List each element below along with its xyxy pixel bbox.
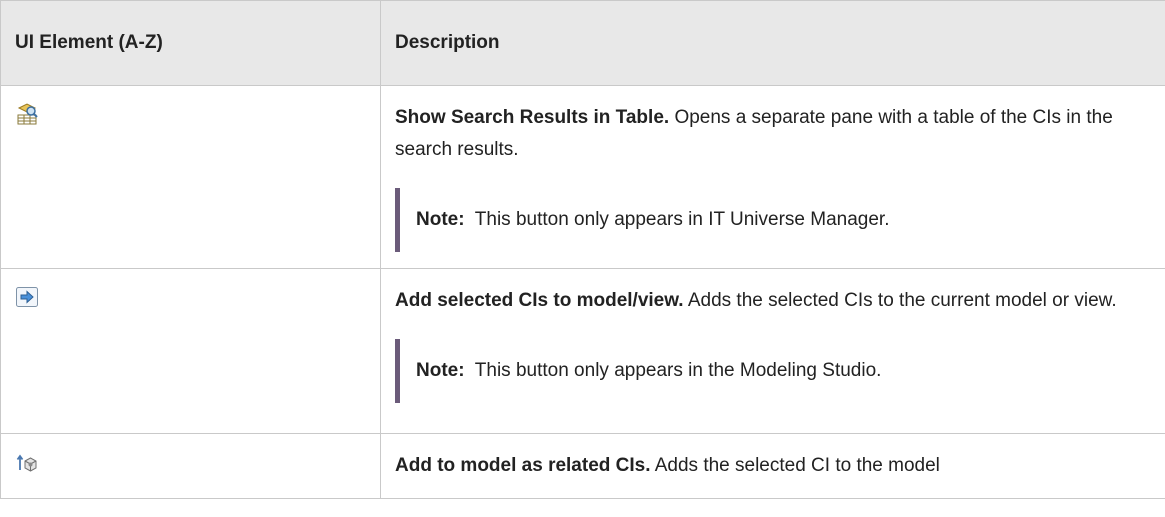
element-title: Add selected CIs to model/view. (395, 290, 684, 311)
ui-element-cell (0, 433, 381, 499)
ui-element-cell (0, 85, 381, 269)
description-text: Show Search Results in Table. Opens a se… (395, 102, 1145, 166)
note-label: Note: (416, 209, 465, 230)
element-title: Add to model as related CIs. (395, 455, 651, 476)
table-header-row: UI Element (A-Z) Description (0, 0, 1165, 86)
element-title: Show Search Results in Table. (395, 107, 670, 128)
element-description: Adds the selected CIs to the current mod… (683, 290, 1117, 311)
note-label: Note: (416, 360, 465, 381)
description-cell: Show Search Results in Table. Opens a se… (380, 85, 1165, 269)
table-row: Show Search Results in Table. Opens a se… (0, 85, 1165, 269)
ui-element-cell (0, 268, 381, 434)
add-related-cis-icon (15, 450, 39, 474)
search-results-table-icon (15, 102, 39, 126)
description-cell: Add to model as related CIs. Adds the se… (380, 433, 1165, 499)
note-text: This button only appears in the Modeling… (464, 360, 882, 381)
column-header-ui-element: UI Element (A-Z) (0, 0, 381, 86)
table-row: Add to model as related CIs. Adds the se… (0, 433, 1165, 499)
element-description: Adds the selected CI to the model (650, 455, 940, 476)
description-text: Add selected CIs to model/view. Adds the… (395, 285, 1145, 317)
table-row: Add selected CIs to model/view. Adds the… (0, 268, 1165, 434)
description-cell: Add selected CIs to model/view. Adds the… (380, 268, 1165, 434)
note-block: Note: This button only appears in the Mo… (395, 339, 1145, 403)
ui-elements-table: UI Element (A-Z) Description Show Search… (0, 0, 1165, 499)
note-block: Note: This button only appears in IT Uni… (395, 188, 1145, 252)
description-text: Add to model as related CIs. Adds the se… (395, 450, 1145, 482)
column-header-description: Description (380, 0, 1165, 86)
arrow-right-icon (15, 285, 39, 309)
note-text: This button only appears in IT Universe … (464, 209, 890, 230)
